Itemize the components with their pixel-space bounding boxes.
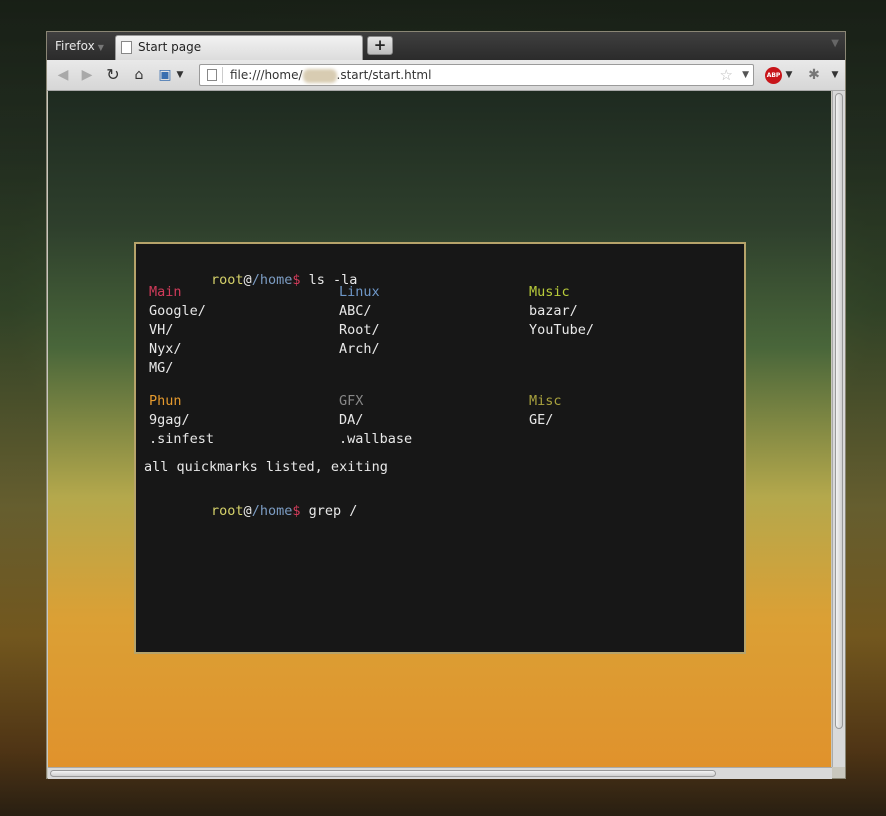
bookmark-icon[interactable]: ▣ xyxy=(157,65,173,85)
prompt-at: @ xyxy=(243,503,252,519)
group-title-music: Music xyxy=(529,284,570,300)
group-title-main: Main xyxy=(149,284,182,300)
url-dropdown-chevron-icon[interactable]: ▼ xyxy=(742,65,749,85)
status-line: all quickmarks listed, exiting xyxy=(144,459,388,475)
star-icon[interactable]: ☆ xyxy=(720,65,733,85)
forward-icon[interactable]: ▶ xyxy=(79,65,95,85)
abp-icon[interactable]: ABP xyxy=(765,67,782,84)
reload-icon[interactable]: ↻ xyxy=(105,65,121,85)
prompt-user: root xyxy=(211,503,244,519)
bookmark-menu-chevron-icon[interactable]: ▼ xyxy=(175,65,185,85)
plus-icon: + xyxy=(373,36,387,54)
firefox-menu-button[interactable]: Firefox ▼ xyxy=(49,34,111,58)
new-tab-button[interactable]: + xyxy=(367,36,393,55)
prompt-user: root xyxy=(211,272,244,288)
horizontal-scrollbar-thumb[interactable] xyxy=(50,770,716,777)
page-content: root@/home$ ls -la Main Google/ VH/ Nyx/… xyxy=(48,91,831,767)
firefox-menu-label: Firefox xyxy=(55,39,95,53)
url-separator xyxy=(222,67,223,83)
quickmark-link[interactable]: ABC/ xyxy=(339,302,372,321)
quickmark-link[interactable]: GE/ xyxy=(529,411,553,430)
group-title-gfx: GFX xyxy=(339,393,364,409)
tab-title: Start page xyxy=(138,40,202,54)
prompt-path: /home xyxy=(251,503,293,519)
quickmark-link[interactable]: DA/ xyxy=(339,411,363,430)
command-input[interactable]: grep / xyxy=(300,503,358,519)
horizontal-scrollbar[interactable] xyxy=(48,767,832,779)
back-icon[interactable]: ◀ xyxy=(55,65,71,85)
quickmark-link[interactable]: Google/ xyxy=(149,302,206,321)
quickmark-link[interactable]: MG/ xyxy=(149,359,173,378)
addon-menu-chevron-icon[interactable]: ▼ xyxy=(830,65,840,85)
url-suffix: .start/start.html xyxy=(336,68,432,82)
quickmark-link[interactable]: .wallbase xyxy=(339,430,412,449)
vertical-scrollbar-thumb[interactable] xyxy=(835,93,843,729)
quickmark-link[interactable]: .sinfest xyxy=(149,430,214,449)
browser-window: Firefox ▼ Start page + ▼ ◀ ▶ ↻ ⌂ ▣ ▼ file… xyxy=(46,31,846,779)
group-title-phun: Phun xyxy=(149,393,182,409)
page-icon xyxy=(207,69,217,81)
quickmark-link[interactable]: 9gag/ xyxy=(149,411,190,430)
quickmark-link[interactable]: YouTube/ xyxy=(529,321,594,340)
prompt-at: @ xyxy=(243,272,252,288)
home-icon[interactable]: ⌂ xyxy=(131,65,147,85)
abp-menu-chevron-icon[interactable]: ▼ xyxy=(784,65,794,85)
quickmark-link[interactable]: Nyx/ xyxy=(149,340,182,359)
abp-label: ABP xyxy=(766,72,781,79)
quickmark-link[interactable]: VH/ xyxy=(149,321,173,340)
prompt-path: /home xyxy=(251,272,293,288)
quickmark-link[interactable]: Arch/ xyxy=(339,340,380,359)
tab-bar: Firefox ▼ Start page + ▼ xyxy=(47,32,845,60)
navigation-bar: ◀ ▶ ↻ ⌂ ▣ ▼ file:///home/ .start/start.ht… xyxy=(47,60,845,91)
prompt-line-2[interactable]: root@/home$ grep / xyxy=(146,483,357,540)
terminal-panel: root@/home$ ls -la Main Google/ VH/ Nyx/… xyxy=(134,242,746,654)
quickmark-link[interactable]: bazar/ xyxy=(529,302,578,321)
vertical-scrollbar[interactable] xyxy=(832,91,845,767)
page-icon xyxy=(121,41,132,54)
group-title-misc: Misc xyxy=(529,393,562,409)
redacted-username xyxy=(302,68,337,83)
addon-icon[interactable]: ✱ xyxy=(805,65,823,85)
chevron-down-icon: ▼ xyxy=(97,43,104,52)
url-bar[interactable]: file:///home/ .start/start.html ☆ ▼ xyxy=(199,64,754,86)
group-title-linux: Linux xyxy=(339,284,380,300)
tab-list-icon[interactable]: ▼ xyxy=(831,38,839,49)
url-prefix: file:///home/ xyxy=(230,68,303,82)
quickmark-link[interactable]: Root/ xyxy=(339,321,380,340)
tab-start-page[interactable]: Start page xyxy=(115,35,363,60)
